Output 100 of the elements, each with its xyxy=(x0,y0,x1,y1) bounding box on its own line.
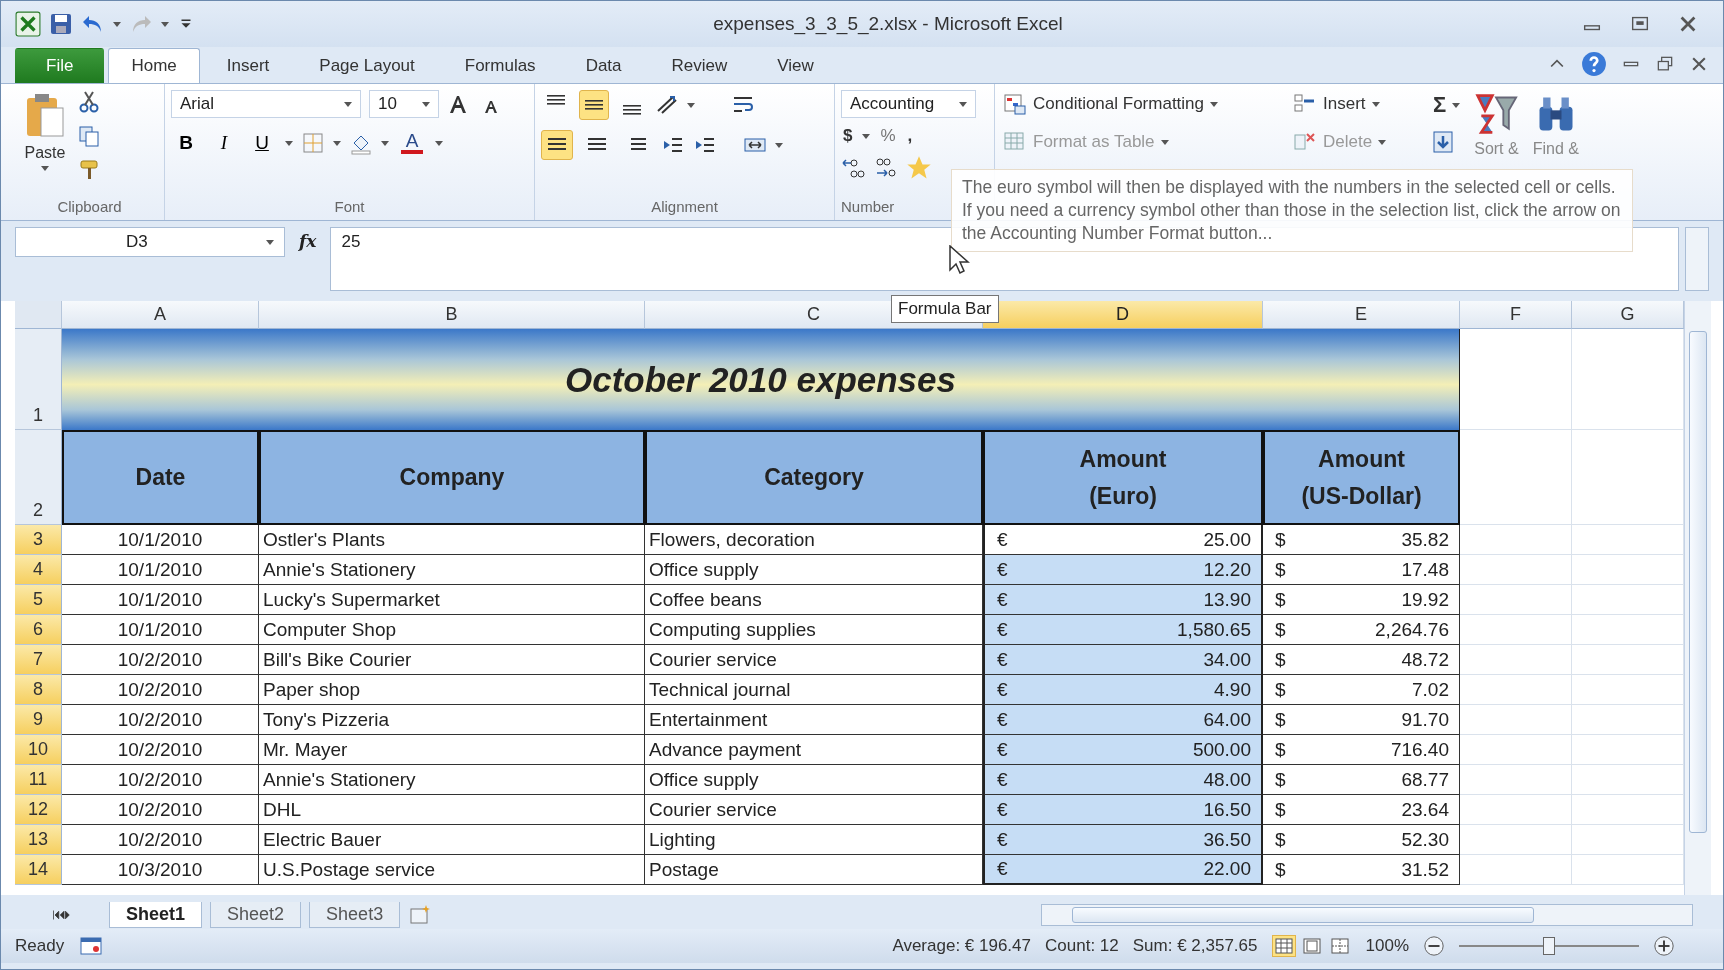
underline-button[interactable]: U xyxy=(247,128,277,158)
row-header[interactable]: 11 xyxy=(15,765,62,795)
font-name-field[interactable]: Arial xyxy=(171,90,361,118)
column-header[interactable]: G xyxy=(1572,301,1684,329)
slider-thumb[interactable] xyxy=(1543,937,1555,955)
copy-icon[interactable] xyxy=(77,124,101,148)
fill-down-icon[interactable] xyxy=(1431,130,1455,154)
save-icon[interactable] xyxy=(49,12,73,36)
table-cell: 10/2/2010 xyxy=(62,825,259,855)
selected-cell[interactable]: € 48.00 xyxy=(983,765,1263,795)
paste-button[interactable]: Paste xyxy=(21,90,69,194)
ribbon-tab[interactable]: Formulas xyxy=(441,48,559,83)
zoom-in-icon[interactable] xyxy=(1653,935,1675,957)
ribbon-tab[interactable]: Page Layout xyxy=(296,48,438,83)
vertical-align-button[interactable] xyxy=(579,90,609,120)
caret-icon xyxy=(1452,102,1461,108)
table-cell: Office supply xyxy=(645,765,983,795)
zoom-out-icon[interactable] xyxy=(1423,935,1445,957)
increase-decimal-icon[interactable] xyxy=(841,156,865,180)
currency-symbol: € xyxy=(997,618,1008,641)
font-color-button[interactable]: A xyxy=(397,128,427,158)
currency-symbol: $ xyxy=(1275,678,1286,701)
row-header[interactable]: 13 xyxy=(15,825,62,855)
ribbon-tab[interactable]: Insert xyxy=(203,48,293,83)
text-orientation-icon[interactable] xyxy=(655,93,679,117)
currency-symbol: € xyxy=(997,768,1008,791)
currency-button[interactable]: $ xyxy=(841,124,855,148)
table-cell: Electric Bauer xyxy=(259,825,645,855)
row-header[interactable]: 7 xyxy=(15,645,62,675)
currency-symbol: $ xyxy=(1275,738,1286,761)
selected-cell[interactable]: € 34.00 xyxy=(983,645,1263,675)
decrease-decimal-icon[interactable] xyxy=(873,156,897,180)
selected-cell[interactable]: € 16.50 xyxy=(983,795,1263,825)
row-header[interactable]: 8 xyxy=(15,675,62,705)
vertical-scrollbar[interactable] xyxy=(1684,301,1711,895)
insert-function-button[interactable]: fx xyxy=(291,227,325,301)
comma-button[interactable]: , xyxy=(905,124,915,148)
ribbon-tab[interactable]: File xyxy=(15,48,105,83)
row-header[interactable]: 9 xyxy=(15,705,62,735)
macro-record-icon[interactable] xyxy=(78,934,105,958)
amount-text: 52.30 xyxy=(1401,828,1449,851)
row-header[interactable]: 14 xyxy=(15,855,62,885)
horizontal-scrollbar[interactable] xyxy=(1041,904,1693,926)
sheet-tab[interactable]: Sheet2 xyxy=(210,902,302,928)
row-header[interactable]: 3 xyxy=(15,525,62,555)
caret-icon xyxy=(435,140,443,146)
table-cell: Office supply xyxy=(645,555,983,585)
formula-scrollbar[interactable] xyxy=(1685,227,1709,291)
sheet-tab[interactable]: Sheet1 xyxy=(109,902,203,928)
column-heading: Company xyxy=(259,430,645,525)
caret-icon xyxy=(1378,139,1387,145)
row-header[interactable]: 6 xyxy=(15,615,62,645)
conditional-formatting-button[interactable]: Conditional Formatting xyxy=(1001,90,1279,118)
help-icon[interactable] xyxy=(1581,51,1607,77)
amount-text: 1,580.65 xyxy=(1177,618,1251,641)
caret-icon xyxy=(41,166,49,171)
column-heading: Amount (Euro) xyxy=(983,430,1263,525)
column-header[interactable]: E xyxy=(1263,301,1460,329)
column-header[interactable]: F xyxy=(1460,301,1572,329)
selected-cell[interactable]: € 13.90 xyxy=(983,585,1263,615)
format-painter-icon[interactable] xyxy=(77,158,101,182)
sheet-tab[interactable]: Sheet3 xyxy=(309,902,401,928)
selected-cell[interactable]: € 36.50 xyxy=(983,825,1263,855)
font-size-field[interactable]: 10 xyxy=(369,90,439,118)
scissors-icon[interactable] xyxy=(77,90,101,114)
ribbon-tab[interactable]: Review xyxy=(648,48,751,83)
currency-symbol: € xyxy=(997,798,1008,821)
horizontal-align-button[interactable] xyxy=(541,130,573,160)
selected-cell[interactable]: € 12.20 xyxy=(983,555,1263,585)
selected-cell[interactable]: € 25.00 xyxy=(983,525,1263,555)
row-header[interactable]: 12 xyxy=(15,795,62,825)
table-cell: 10/3/2010 xyxy=(62,855,259,885)
amount-text: 500.00 xyxy=(1192,738,1251,761)
column-header[interactable]: B xyxy=(259,301,645,329)
autosum-button[interactable]: Σ xyxy=(1431,90,1463,120)
bold-button[interactable]: B xyxy=(171,128,201,158)
selected-cell[interactable]: € 22.00 xyxy=(983,855,1263,885)
ribbon-tab[interactable]: Data xyxy=(562,48,645,83)
name-box[interactable]: D3 xyxy=(15,227,285,257)
mouse-cursor-icon xyxy=(949,245,971,275)
selected-cell[interactable]: € 500.00 xyxy=(983,735,1263,765)
ribbon-tab[interactable]: Home xyxy=(108,48,200,83)
row-header[interactable]: 2 xyxy=(15,430,62,525)
row-header[interactable]: 4 xyxy=(15,555,62,585)
insert-cells-button[interactable]: Insert xyxy=(1291,90,1419,118)
caret-icon xyxy=(775,142,783,148)
ribbon-tab[interactable]: View xyxy=(754,48,837,83)
row-header[interactable]: 5 xyxy=(15,585,62,615)
column-header[interactable]: A xyxy=(62,301,259,329)
selected-cell[interactable]: € 1,580.65 xyxy=(983,615,1263,645)
percent-button[interactable]: % xyxy=(878,124,898,148)
italic-button[interactable]: I xyxy=(209,128,239,158)
selected-cell[interactable]: € 4.90 xyxy=(983,675,1263,705)
currency-symbol: € xyxy=(997,588,1008,611)
view-button[interactable] xyxy=(1271,935,1296,957)
status-text: Ready xyxy=(15,936,65,956)
selected-cell[interactable]: € 64.00 xyxy=(983,705,1263,735)
number-format-field[interactable]: Accounting xyxy=(841,90,976,118)
row-header[interactable]: 1 xyxy=(15,329,62,430)
row-header[interactable]: 10 xyxy=(15,735,62,765)
